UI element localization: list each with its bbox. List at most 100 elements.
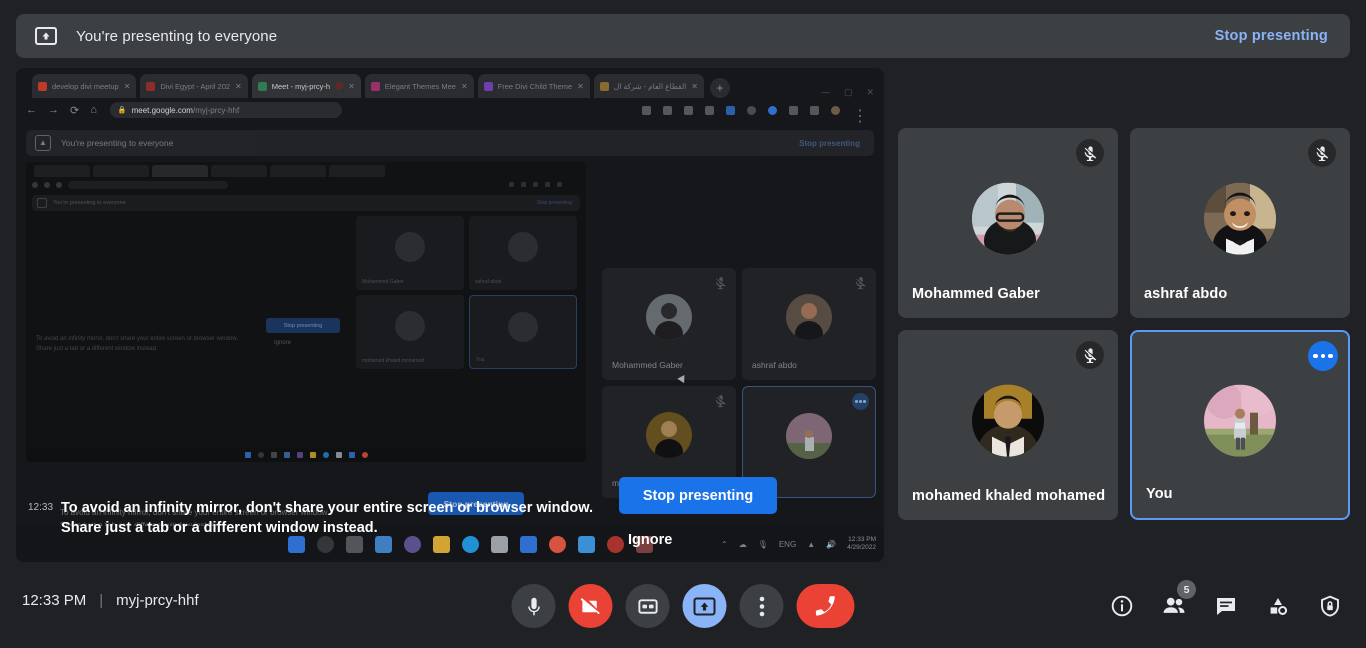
chat-button[interactable]: [1212, 592, 1240, 620]
deep-windows-taskbar: [26, 448, 586, 462]
close-icon[interactable]: ✕: [124, 82, 131, 91]
extension-icon: [545, 182, 550, 187]
close-icon[interactable]: ✕: [577, 82, 584, 91]
tab-favicon-icon: [258, 82, 267, 91]
browser-tab[interactable]: develop divi meetup ✕: [32, 74, 136, 98]
participant-tile-mohamed-khaled-mohamed[interactable]: mohamed khaled mohamed: [898, 330, 1118, 520]
close-icon[interactable]: ✕: [348, 82, 355, 91]
bookmark-star-icon[interactable]: [705, 106, 714, 115]
nested-participant-name: Mohammed Gaber: [612, 360, 683, 370]
browser-extension-icons: ⋮: [642, 106, 874, 115]
puzzle-icon[interactable]: [789, 106, 798, 115]
deep-browser-tab: [34, 165, 90, 177]
windows-start-icon: [288, 536, 305, 553]
activities-button[interactable]: [1264, 592, 1292, 620]
meet-extension-icon[interactable]: [726, 106, 735, 115]
close-icon[interactable]: ✕: [691, 82, 698, 91]
chrome-icon: [362, 452, 368, 458]
translate-icon[interactable]: [663, 106, 672, 115]
close-icon[interactable]: ✕: [235, 82, 242, 91]
gear-extension-icon[interactable]: [768, 106, 777, 115]
camera-icon[interactable]: [642, 106, 651, 115]
participant-tile-you[interactable]: You: [1130, 330, 1350, 520]
volume-icon: 🔊: [826, 540, 836, 549]
home-icon[interactable]: ⌂: [90, 104, 97, 116]
stop-presenting-button[interactable]: Stop presenting: [619, 477, 777, 514]
captions-button[interactable]: [626, 584, 670, 628]
maximize-icon[interactable]: ▢: [844, 87, 853, 98]
taskbar-clock-date: 4/29/2022: [847, 544, 876, 551]
search-icon: [258, 452, 264, 458]
reload-icon[interactable]: ⟳: [70, 104, 79, 117]
deep-browser-tab: [211, 165, 267, 177]
browser-tab[interactable]: Free Divi Child Theme ✕: [478, 74, 590, 98]
tab-favicon-icon: [38, 82, 47, 91]
onedrive-icon: ☁: [739, 540, 747, 549]
tab-favicon-icon: [371, 82, 380, 91]
back-icon[interactable]: ←: [26, 104, 37, 116]
nested-presenting-banner: ▲ You're presenting to everyone Stop pre…: [26, 130, 874, 156]
deep-browser-tab: [270, 165, 326, 177]
participant-name: ashraf abdo: [1144, 286, 1227, 302]
browser-tab-label: Meet - myj-prcy-h: [272, 82, 330, 91]
browser-tab[interactable]: Divi Egypt - April 202 ✕: [140, 74, 247, 98]
more-options-button[interactable]: [740, 584, 784, 628]
explorer-icon: [310, 452, 316, 458]
deep-participant-tile: Mohammed Gaber: [356, 216, 464, 290]
nested-participant-name: ashraf abdo: [752, 360, 797, 370]
close-icon[interactable]: ✕: [461, 82, 468, 91]
present-button[interactable]: [683, 584, 727, 628]
browser-tab-label: Divi Egypt - April 202: [160, 82, 230, 91]
forward-icon[interactable]: →: [48, 104, 59, 116]
host-controls-button[interactable]: [1316, 592, 1344, 620]
address-bar[interactable]: 🔒 meet.google.com/myj-prcy-hhf: [110, 102, 342, 118]
more-vert-icon[interactable]: ⋮: [852, 106, 868, 115]
sidepanel-icon[interactable]: [810, 106, 819, 115]
teams-icon: [297, 452, 303, 458]
browser-tab-active[interactable]: Meet - myj-prcy-h ✕: [252, 74, 361, 98]
minimize-icon[interactable]: —: [821, 87, 830, 98]
deep-presenting-banner: You're presenting to everyone Stop prese…: [32, 195, 580, 211]
tab-recording-icon: [335, 82, 343, 90]
file-explorer-icon: [433, 536, 450, 553]
deep-browser-urlbar: [32, 179, 570, 190]
participant-name: You: [1146, 486, 1173, 502]
tab-favicon-icon: [484, 82, 493, 91]
avatar: [972, 385, 1044, 457]
show-everyone-button[interactable]: 5: [1160, 592, 1188, 620]
browser-tab[interactable]: Elegant Themes Mee ✕: [365, 74, 474, 98]
avatar[interactable]: [831, 106, 840, 115]
toast-line-2: Share just a tab or a different window i…: [61, 518, 593, 538]
meeting-toolbar: 12:33 PM | myj-prcy-hhf: [0, 562, 1366, 648]
deep-presenting-banner-text: You're presenting to everyone: [53, 200, 126, 206]
camera-button[interactable]: [569, 584, 613, 628]
avatar: [395, 232, 425, 262]
mic-off-icon: [854, 276, 868, 290]
ignore-button[interactable]: Ignore: [628, 532, 672, 548]
browser-tab[interactable]: القطاع العام - شركة ال ✕: [594, 74, 704, 98]
edge-icon: [323, 452, 329, 458]
participant-tile-ashraf-abdo[interactable]: ashraf abdo: [1130, 128, 1350, 318]
teams-icon: [404, 536, 421, 553]
participant-name: Mohammed Gaber: [912, 286, 1040, 302]
stop-presenting-link[interactable]: Stop presenting: [1215, 28, 1328, 44]
deep-browser-tab: [329, 165, 385, 177]
participant-tile-mohammed-gaber[interactable]: Mohammed Gaber: [898, 128, 1118, 318]
meeting-details-button[interactable]: [1108, 592, 1136, 620]
forward-icon: [44, 182, 50, 188]
window-close-icon[interactable]: ✕: [866, 87, 874, 98]
leave-call-button[interactable]: [797, 584, 855, 628]
new-tab-button[interactable]: +: [710, 78, 730, 98]
divider: |: [99, 592, 103, 609]
contrast-icon[interactable]: [747, 106, 756, 115]
participant-count-badge: 5: [1177, 580, 1196, 599]
nested-stop-presenting-link[interactable]: Stop presenting: [799, 139, 860, 148]
microphone-button[interactable]: [512, 584, 556, 628]
nested-presenting-banner-text: You're presenting to everyone: [61, 138, 173, 148]
mic-off-icon: [714, 394, 728, 408]
widgets-icon: [284, 452, 290, 458]
share-icon[interactable]: [684, 106, 693, 115]
more-options-icon[interactable]: [1308, 341, 1338, 371]
deep-ignore-button: Ignore: [274, 340, 291, 346]
deep-participant-tile: ashraf abdo: [469, 216, 577, 290]
